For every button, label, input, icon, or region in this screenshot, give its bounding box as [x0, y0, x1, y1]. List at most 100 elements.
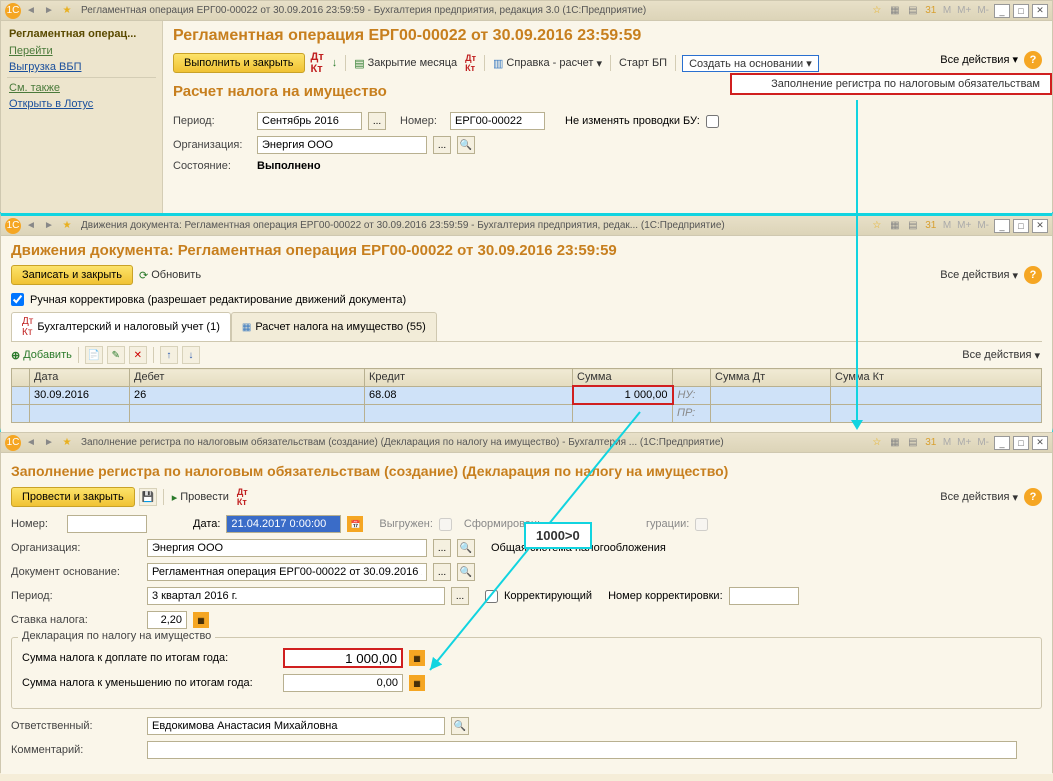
start-bp-btn[interactable]: Старт БП: [617, 57, 669, 69]
org-input-3[interactable]: [147, 539, 427, 557]
tab-property-tax[interactable]: ▦Расчет налога на имущество (55): [231, 312, 437, 341]
movements-grid[interactable]: Дата Дебет Кредит Сумма Сумма Дт Сумма К…: [11, 368, 1042, 423]
cell-credit[interactable]: 68.08: [365, 386, 573, 404]
cell-date[interactable]: 30.09.2016: [30, 386, 130, 404]
calendar-icon[interactable]: 31: [923, 3, 939, 19]
docbasis-input[interactable]: [147, 563, 427, 581]
dtkt-icon[interactable]: ДтКт: [309, 51, 326, 75]
m-btn[interactable]: M: [941, 220, 953, 231]
minimize-icon[interactable]: _: [994, 436, 1010, 450]
period-dots-3[interactable]: ...: [451, 587, 469, 605]
favorite-icon[interactable]: ★: [59, 3, 75, 19]
star-icon[interactable]: ☆: [869, 218, 885, 234]
period-input-3[interactable]: [147, 587, 445, 605]
all-actions-3[interactable]: Все действия ▾: [938, 491, 1020, 504]
sum-doplata-input[interactable]: [283, 648, 403, 668]
calc-icon[interactable]: ▤: [905, 3, 921, 19]
all-actions-grid[interactable]: Все действия ▾: [960, 349, 1042, 362]
dtkt-icon-3[interactable]: ДтКт: [235, 487, 250, 507]
create-basis-dropdown[interactable]: Создать на основании ▾: [682, 55, 819, 72]
org-input[interactable]: [257, 136, 427, 154]
maximize-icon[interactable]: □: [1013, 4, 1029, 18]
grid-icon[interactable]: ▦: [887, 435, 903, 451]
exec-close-button[interactable]: Выполнить и закрыть: [173, 53, 305, 73]
edit-icon[interactable]: ✎: [107, 346, 125, 364]
close-icon[interactable]: ✕: [1032, 4, 1048, 18]
save-close-button[interactable]: Записать и закрыть: [11, 265, 133, 285]
post-close-button[interactable]: Провести и закрыть: [11, 487, 135, 507]
save-icon[interactable]: 💾: [139, 488, 157, 506]
grid-icon[interactable]: ▦: [887, 3, 903, 19]
add-button[interactable]: ⊕Добавить: [11, 349, 72, 362]
org-search[interactable]: 🔍: [457, 136, 475, 154]
dtkt-icon-2[interactable]: ДтКт: [463, 53, 478, 73]
minimize-icon[interactable]: _: [994, 219, 1010, 233]
date-input-3[interactable]: [226, 515, 341, 533]
period-input[interactable]: [257, 112, 362, 130]
calc-icon[interactable]: ▤: [905, 435, 921, 451]
m-btn[interactable]: M: [941, 437, 953, 448]
m-minus-btn[interactable]: M-: [975, 220, 991, 231]
favorite-icon[interactable]: ★: [59, 435, 75, 451]
comment-input[interactable]: [147, 741, 1017, 759]
resp-search[interactable]: 🔍: [451, 717, 469, 735]
m-plus-btn[interactable]: M+: [955, 437, 973, 448]
period-dots[interactable]: ...: [368, 112, 386, 130]
rate-input[interactable]: [147, 611, 187, 629]
delete-icon[interactable]: ✕: [129, 346, 147, 364]
m-minus-btn[interactable]: M-: [975, 5, 991, 16]
sum-umen-calc-icon[interactable]: ▦: [409, 675, 425, 691]
close-icon[interactable]: ✕: [1032, 219, 1048, 233]
all-actions-2[interactable]: Все действия ▾: [938, 269, 1020, 282]
org-search-3[interactable]: 🔍: [457, 539, 475, 557]
down-arrow-icon[interactable]: ↓: [330, 57, 340, 69]
m-btn[interactable]: M: [941, 5, 953, 16]
m-plus-btn[interactable]: M+: [955, 5, 973, 16]
move-up-icon[interactable]: ↑: [160, 346, 178, 364]
favorite-icon[interactable]: ★: [59, 218, 75, 234]
docbasis-dots[interactable]: ...: [433, 563, 451, 581]
maximize-icon[interactable]: □: [1013, 436, 1029, 450]
create-basis-menu-item[interactable]: Заполнение регистра по налоговым обязате…: [730, 73, 1052, 95]
help-icon-2[interactable]: ?: [1024, 266, 1042, 284]
move-down-icon[interactable]: ↓: [182, 346, 200, 364]
tab-accounting[interactable]: ДтКтБухгалтерский и налоговый учет (1): [11, 312, 231, 341]
spravka-btn[interactable]: ▥Справка - расчет ▾: [491, 57, 604, 70]
nochange-checkbox[interactable]: [706, 115, 719, 128]
refresh-btn[interactable]: ⟳ Обновить: [137, 269, 203, 282]
sum-umen-input[interactable]: [283, 674, 403, 692]
cell-sum[interactable]: 1 000,00: [573, 386, 673, 404]
resp-input[interactable]: [147, 717, 445, 735]
grid-icon[interactable]: ▦: [887, 218, 903, 234]
nav-fwd-icon[interactable]: ►: [41, 3, 57, 19]
number-input[interactable]: [450, 112, 545, 130]
sidebar-link-lotus[interactable]: Открыть в Лотус: [3, 96, 160, 112]
nav-back-icon[interactable]: ◄: [23, 3, 39, 19]
sum-doplata-calc-icon[interactable]: ▦: [409, 650, 425, 666]
corrnum-input[interactable]: [729, 587, 799, 605]
cell-debit[interactable]: 26: [130, 386, 365, 404]
minimize-icon[interactable]: _: [994, 4, 1010, 18]
calendar-icon[interactable]: 31: [923, 435, 939, 451]
copy-icon[interactable]: 📄: [85, 346, 103, 364]
calc-icon[interactable]: ▤: [905, 218, 921, 234]
rate-calc-icon[interactable]: ▦: [193, 612, 209, 628]
sidebar-link-vygruzka[interactable]: Выгрузка ВБП: [3, 59, 160, 75]
close-month-btn[interactable]: ▤Закрытие месяца: [352, 57, 459, 70]
close-icon[interactable]: ✕: [1032, 436, 1048, 450]
calendar-icon[interactable]: 31: [923, 218, 939, 234]
maximize-icon[interactable]: □: [1013, 219, 1029, 233]
number-input-3[interactable]: [67, 515, 147, 533]
star-icon[interactable]: ☆: [869, 3, 885, 19]
m-plus-btn[interactable]: M+: [955, 220, 973, 231]
nav-back-icon[interactable]: ◄: [23, 435, 39, 451]
corr-checkbox[interactable]: [485, 590, 498, 603]
nav-fwd-icon[interactable]: ►: [41, 218, 57, 234]
help-icon-3[interactable]: ?: [1024, 488, 1042, 506]
m-minus-btn[interactable]: M-: [975, 437, 991, 448]
calendar-icon-3[interactable]: 📅: [347, 516, 363, 532]
all-actions-1[interactable]: Все действия ▾: [940, 53, 1018, 66]
nav-fwd-icon[interactable]: ►: [41, 435, 57, 451]
nav-back-icon[interactable]: ◄: [23, 218, 39, 234]
manual-checkbox[interactable]: [11, 293, 24, 306]
